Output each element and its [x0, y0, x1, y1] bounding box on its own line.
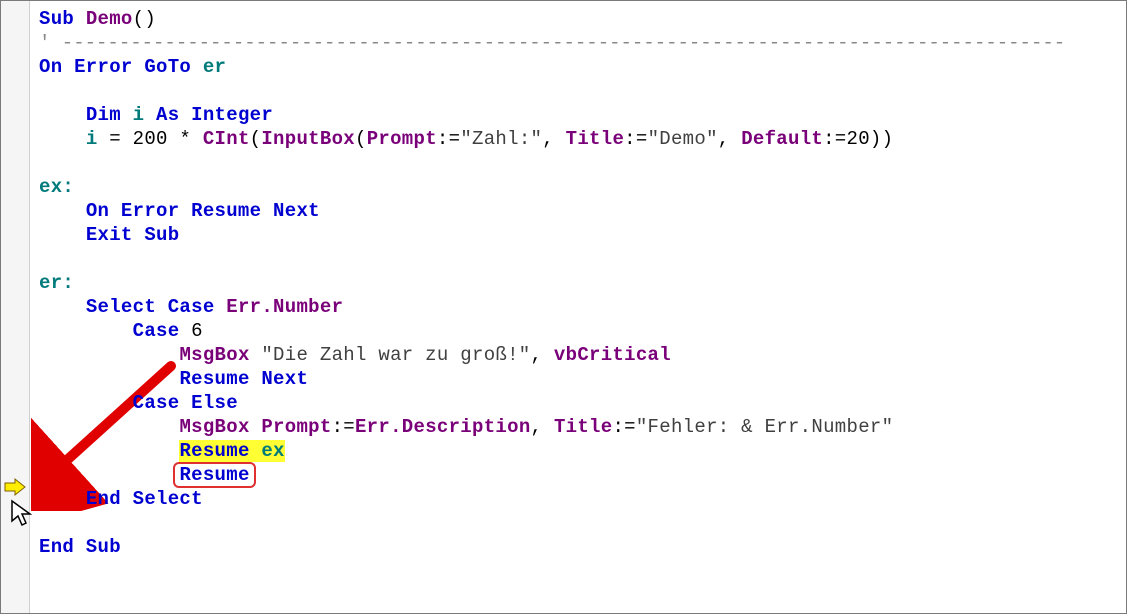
keyword-exit-sub: Exit Sub: [86, 224, 180, 246]
label-ref-ex: ex: [261, 440, 284, 462]
keyword-select-case: Select Case: [86, 296, 215, 318]
code-line[interactable]: On Error Resume Next: [39, 199, 1107, 223]
keyword-resume: Resume: [179, 464, 249, 486]
blank-line: [39, 151, 1107, 175]
keyword-else: Else: [191, 392, 238, 414]
code-line-resume-ex[interactable]: Resume ex: [39, 439, 1107, 463]
label-ref-er: er: [203, 56, 226, 78]
keyword-case-else-case: Case: [133, 392, 180, 414]
fn-inputbox: InputBox: [261, 128, 355, 150]
named-arg-title: Title: [566, 128, 625, 150]
code-line[interactable]: Select Case Err.Number: [39, 295, 1107, 319]
named-arg-prompt2: Prompt: [261, 416, 331, 438]
fn-cint: CInt: [203, 128, 250, 150]
num-default: 20: [847, 128, 870, 150]
code-line[interactable]: Sub Demo(): [39, 7, 1107, 31]
keyword-on-error-resume-next: On Error Resume Next: [86, 200, 320, 222]
code-line[interactable]: Case 6: [39, 319, 1107, 343]
execution-pointer-icon[interactable]: [3, 477, 27, 497]
named-arg-title2: Title: [554, 416, 613, 438]
type-integer: Integer: [191, 104, 273, 126]
code-line[interactable]: On Error GoTo er: [39, 55, 1107, 79]
keyword-as: As: [156, 104, 179, 126]
code-line[interactable]: MsgBox "Die Zahl war zu groß!", vbCritic…: [39, 343, 1107, 367]
sub-name: Demo: [86, 8, 133, 30]
identifier-i: i: [133, 104, 145, 126]
named-arg-default: Default: [741, 128, 823, 150]
code-editor-frame: Sub Demo() ' ---------------------------…: [0, 0, 1127, 614]
string-zu-gross: "Die Zahl war zu groß!": [261, 344, 530, 366]
obj-err2: Err: [355, 416, 390, 438]
code-line[interactable]: Resume Next: [39, 367, 1107, 391]
code-line-resume[interactable]: Resume: [39, 463, 1107, 487]
code-area[interactable]: Sub Demo() ' ---------------------------…: [39, 7, 1107, 559]
obj-err: Err: [226, 296, 261, 318]
code-line[interactable]: i = 200 * CInt(InputBox(Prompt:="Zahl:",…: [39, 127, 1107, 151]
keyword-sub: Sub: [39, 8, 74, 30]
blank-line: [39, 511, 1107, 535]
keyword-case: Case: [133, 320, 180, 342]
fn-msgbox2: MsgBox: [179, 416, 249, 438]
code-line[interactable]: MsgBox Prompt:=Err.Description, Title:="…: [39, 415, 1107, 439]
code-line[interactable]: Case Else: [39, 391, 1107, 415]
code-line[interactable]: End Select: [39, 487, 1107, 511]
prop-number: .Number: [261, 296, 343, 318]
named-arg-prompt: Prompt: [367, 128, 437, 150]
keyword-end-sub: End Sub: [39, 536, 121, 558]
label-ex[interactable]: ex:: [39, 175, 1107, 199]
keyword-resume-next: Resume Next: [179, 368, 308, 390]
mouse-cursor-icon: [9, 499, 35, 529]
fn-msgbox: MsgBox: [179, 344, 249, 366]
keyword-end-select: End Select: [86, 488, 203, 510]
parens: (): [133, 8, 156, 30]
blank-line: [39, 79, 1107, 103]
blank-line: [39, 247, 1107, 271]
string-zahl: "Zahl:": [460, 128, 542, 150]
divider-comment: ' --------------------------------------…: [39, 31, 1107, 55]
num-six: 6: [191, 320, 203, 342]
prop-description: .Description: [390, 416, 530, 438]
const-vbcritical: vbCritical: [554, 344, 671, 366]
string-demo: "Demo": [648, 128, 718, 150]
keyword-resume-ex: Resume: [179, 440, 249, 462]
string-fehler: "Fehler: & Err.Number": [636, 416, 893, 438]
label-er[interactable]: er:: [39, 271, 1107, 295]
code-line[interactable]: Exit Sub: [39, 223, 1107, 247]
code-line[interactable]: End Sub: [39, 535, 1107, 559]
keyword-dim: Dim: [86, 104, 121, 126]
code-line[interactable]: Dim i As Integer: [39, 103, 1107, 127]
keyword-on-error-goto: On Error GoTo: [39, 56, 191, 78]
